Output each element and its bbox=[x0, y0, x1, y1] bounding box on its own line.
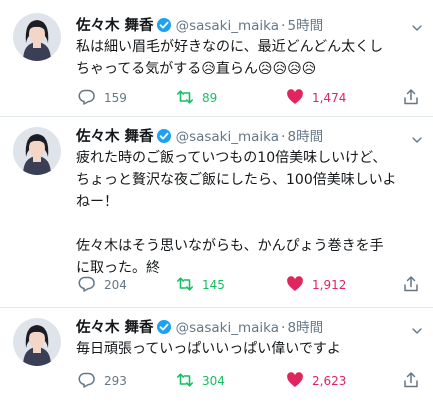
verified-badge-icon bbox=[156, 17, 172, 33]
share-button[interactable] bbox=[402, 275, 420, 295]
chevron-down-icon[interactable] bbox=[411, 131, 423, 143]
timestamp[interactable]: 8時間 bbox=[287, 320, 323, 336]
reply-button[interactable]: 204 bbox=[78, 275, 127, 295]
tweet-actions: 204 145 1,912 bbox=[76, 275, 421, 295]
tweet[interactable]: 佐々木 舞香 @sasaki_maika · 8時間 毎日頑張っていっぱいいっぱい偉い… bbox=[0, 308, 433, 406]
share-icon bbox=[402, 275, 420, 296]
retweet-count: 89 bbox=[202, 91, 218, 105]
avatar[interactable] bbox=[13, 13, 61, 61]
heart-icon bbox=[286, 275, 304, 296]
separator-dot: · bbox=[281, 129, 286, 145]
reply-icon bbox=[78, 275, 96, 296]
share-button[interactable] bbox=[402, 88, 420, 108]
tweet-actions: 293 304 2,623 bbox=[76, 371, 421, 391]
retweet-button[interactable]: 145 bbox=[176, 275, 225, 295]
reply-icon bbox=[78, 88, 96, 109]
avatar[interactable] bbox=[13, 318, 61, 366]
like-count: 1,912 bbox=[312, 278, 347, 292]
timestamp[interactable]: 5時間 bbox=[287, 18, 323, 34]
chevron-down-icon[interactable] bbox=[411, 322, 423, 334]
tweet-text: 私は細い眉毛が好きなのに、最近どんどん太くし ちゃってる気がする😥直らん😥😥😥😥 bbox=[76, 39, 384, 77]
retweet-count: 145 bbox=[202, 278, 225, 292]
chevron-down-icon[interactable] bbox=[411, 19, 423, 31]
tweet-actions: 159 89 1,474 bbox=[76, 88, 421, 108]
reply-count: 159 bbox=[104, 91, 127, 105]
display-name[interactable]: 佐々木 舞香 bbox=[76, 18, 154, 34]
timestamp[interactable]: 8時間 bbox=[287, 129, 323, 145]
heart-icon bbox=[286, 371, 304, 392]
display-name[interactable]: 佐々木 舞香 bbox=[76, 320, 154, 336]
retweet-icon bbox=[176, 275, 194, 296]
heart-icon bbox=[286, 88, 304, 109]
reply-button[interactable]: 159 bbox=[78, 88, 127, 108]
avatar[interactable] bbox=[13, 127, 61, 175]
retweet-icon bbox=[176, 371, 194, 392]
tweet-header: 佐々木 舞香 @sasaki_maika · 8時間 bbox=[76, 318, 411, 338]
like-button[interactable]: 1,912 bbox=[286, 275, 346, 295]
user-handle[interactable]: @sasaki_maika bbox=[176, 320, 279, 336]
user-handle[interactable]: @sasaki_maika bbox=[176, 129, 279, 145]
reply-count: 204 bbox=[104, 278, 127, 292]
like-count: 1,474 bbox=[312, 91, 347, 105]
reply-button[interactable]: 293 bbox=[78, 371, 127, 391]
separator-dot: · bbox=[281, 18, 286, 34]
display-name[interactable]: 佐々木 舞香 bbox=[76, 129, 154, 145]
tweet-feed: 佐々木 舞香 @sasaki_maika · 5時間 私は細い眉毛が好きなのに、最近ど… bbox=[0, 0, 433, 406]
retweet-count: 304 bbox=[202, 374, 225, 388]
verified-badge-icon bbox=[156, 128, 172, 144]
tweet-header: 佐々木 舞香 @sasaki_maika · 8時間 bbox=[76, 127, 411, 147]
retweet-button[interactable]: 304 bbox=[176, 371, 225, 391]
retweet-icon bbox=[176, 88, 194, 109]
verified-badge-icon bbox=[156, 319, 172, 335]
like-button[interactable]: 1,474 bbox=[286, 88, 346, 108]
share-icon bbox=[402, 371, 420, 392]
share-icon bbox=[402, 88, 420, 109]
tweet-header: 佐々木 舞香 @sasaki_maika · 5時間 bbox=[76, 16, 411, 36]
tweet-text: 疲れた時のご飯っていつもの10倍美味しいけど、 ちょっと贅沢な夜ご飯にしたら、1… bbox=[76, 150, 397, 276]
reply-count: 293 bbox=[104, 374, 127, 388]
tweet-text: 毎日頑張っていっぱいいっぱい偉いですよ bbox=[76, 341, 341, 357]
retweet-button[interactable]: 89 bbox=[176, 88, 217, 108]
like-count: 2,623 bbox=[312, 374, 347, 388]
share-button[interactable] bbox=[402, 371, 420, 391]
reply-icon bbox=[78, 371, 96, 392]
like-button[interactable]: 2,623 bbox=[286, 371, 346, 391]
separator-dot: · bbox=[281, 320, 286, 336]
user-handle[interactable]: @sasaki_maika bbox=[176, 18, 279, 34]
tweet[interactable]: 佐々木 舞香 @sasaki_maika · 5時間 私は細い眉毛が好きなのに、最近ど… bbox=[0, 0, 433, 117]
tweet[interactable]: 佐々木 舞香 @sasaki_maika · 8時間 疲れた時のご飯っていつもの10倍… bbox=[0, 117, 433, 308]
